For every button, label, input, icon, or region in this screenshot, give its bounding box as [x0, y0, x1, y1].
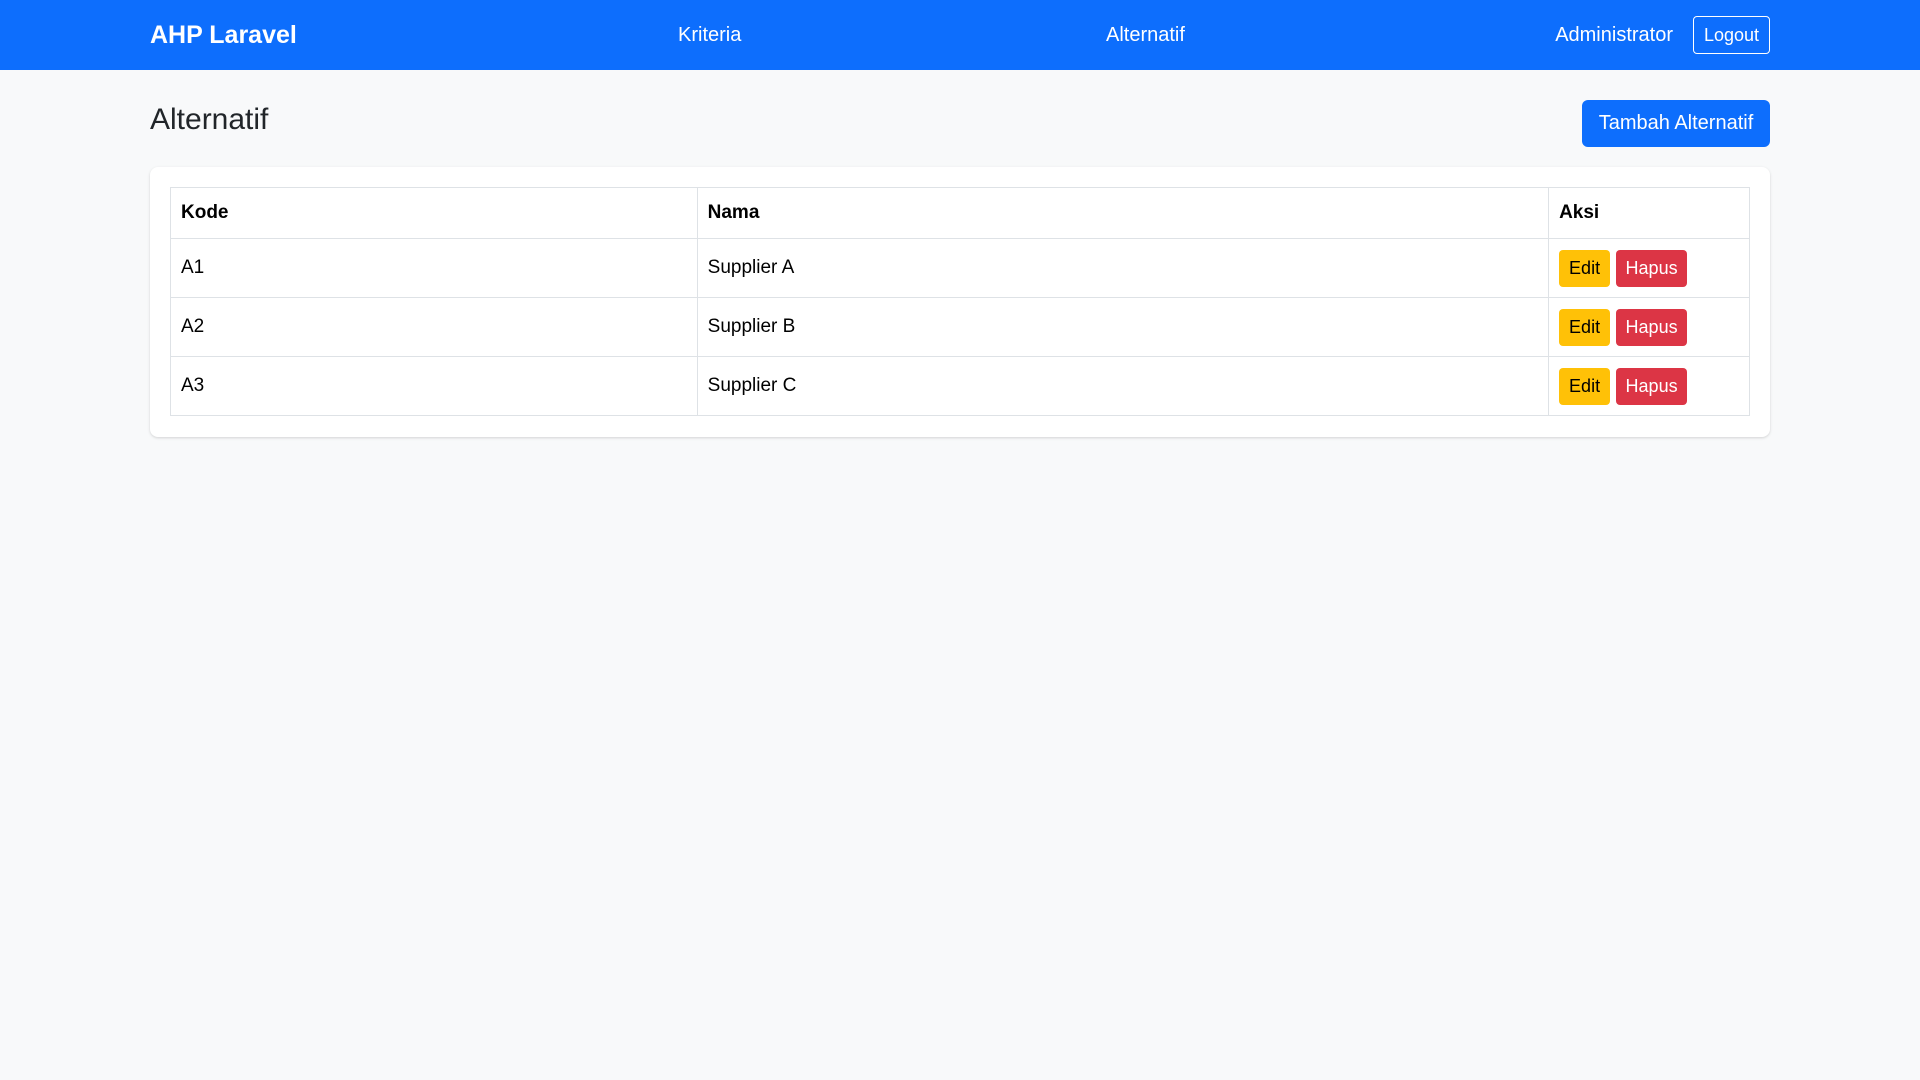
logout-button[interactable]: Logout [1693, 16, 1770, 54]
edit-button[interactable]: Edit [1559, 367, 1611, 405]
header-nama: Nama [696, 187, 1550, 239]
cell-aksi: Edit Hapus [1548, 356, 1750, 416]
table-row: A1 Supplier A Edit Hapus [170, 238, 1750, 298]
cell-nama: Supplier C [696, 356, 1550, 416]
cell-aksi: Edit Hapus [1548, 238, 1750, 298]
table-header-row: Kode Nama Aksi [170, 187, 1750, 239]
nav-link-alternatif[interactable]: Alternatif [1106, 0, 1185, 70]
cell-nama: Supplier A [696, 238, 1550, 298]
add-alternative-button[interactable]: Tambah Alternatif [1582, 100, 1770, 147]
page-title: Alternatif [150, 103, 269, 136]
delete-button[interactable]: Hapus [1616, 308, 1688, 346]
brand-link[interactable]: AHP Laravel [150, 0, 297, 70]
header-kode: Kode [170, 187, 698, 239]
user-name: Administrator [1555, 24, 1673, 46]
alternatives-card: Kode Nama Aksi A1 Supplier A Edit Hapus A… [150, 167, 1770, 437]
delete-button[interactable]: Hapus [1616, 249, 1688, 287]
alternatives-table: Kode Nama Aksi A1 Supplier A Edit Hapus A… [170, 187, 1750, 416]
table-row: A2 Supplier B Edit Hapus [170, 297, 1750, 357]
table-row: A3 Supplier C Edit Hapus [170, 356, 1750, 416]
edit-button[interactable]: Edit [1559, 308, 1611, 346]
edit-button[interactable]: Edit [1559, 249, 1611, 287]
header-aksi: Aksi [1548, 187, 1750, 239]
cell-nama: Supplier B [696, 297, 1550, 357]
cell-kode: A1 [170, 238, 698, 298]
cell-aksi: Edit Hapus [1548, 297, 1750, 357]
cell-kode: A2 [170, 297, 698, 357]
nav-link-kriteria[interactable]: Kriteria [678, 0, 741, 70]
cell-kode: A3 [170, 356, 698, 416]
delete-button[interactable]: Hapus [1616, 367, 1688, 405]
top-navbar: AHP Laravel Kriteria Alternatif Administ… [0, 0, 1920, 70]
